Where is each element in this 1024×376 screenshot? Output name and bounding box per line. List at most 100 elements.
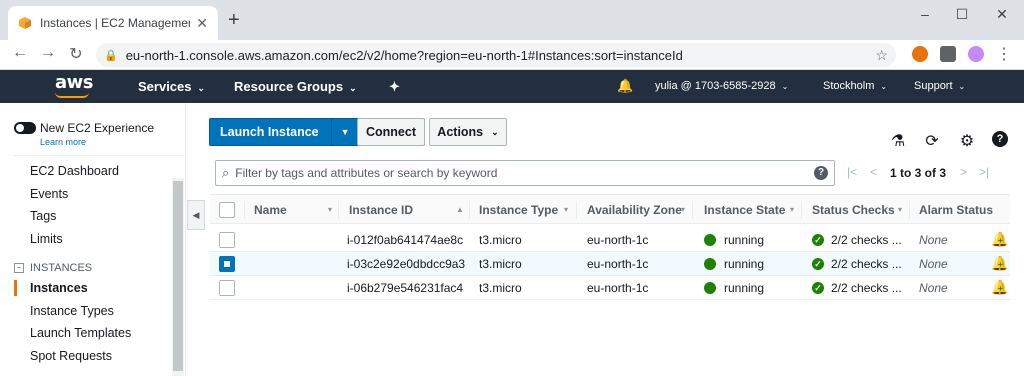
divider [14,155,184,156]
row-checkbox[interactable] [219,280,235,296]
column-header-availability-zone[interactable]: Availability Zone [587,203,682,217]
column-header-alarm-status[interactable]: Alarm Status [919,203,993,217]
sort-icon[interactable]: ▾ [790,205,794,214]
pagination-count: 1 to 3 of 3 [890,166,947,180]
table-header: Name ▾ Instance ID ▲ Instance Type ▾ Ava… [210,194,1010,224]
help-icon[interactable]: ? [992,131,1008,147]
sidebar-item-ec2-dashboard[interactable]: EC2 Dashboard [30,164,119,178]
cell-instance-type: t3.micro [479,233,522,247]
launch-dropdown-icon[interactable]: ▼ [330,119,359,145]
row-checkbox[interactable] [219,256,235,272]
sidebar-item-spot-requests[interactable]: Spot Requests [30,349,112,363]
browser-menu-icon[interactable]: ⋮ [994,44,1014,64]
resource-groups-menu[interactable]: Resource Groups ⌄ [234,79,357,94]
new-experience-toggle[interactable]: New EC2 Experience [14,121,154,135]
browser-tab[interactable]: Instances | EC2 Management Co ✕ [8,6,218,40]
bookmark-star-icon[interactable]: ☆ [875,47,888,64]
search-input[interactable]: ⌕ Filter by tags and attributes or searc… [215,160,835,186]
add-alarm-icon[interactable]: 🔔 + [991,279,1008,296]
sort-icon[interactable]: ▾ [564,205,568,214]
column-header-instance-type[interactable]: Instance Type [479,203,558,217]
flask-icon[interactable]: ⚗ [889,131,907,151]
sidebar-scrollbar[interactable] [172,178,184,376]
bell-icon[interactable]: 🔔 [617,78,633,94]
account-menu[interactable]: yulia @ 1703-6585-2928 ⌄ [655,80,788,92]
gear-icon[interactable]: ⚙ [958,131,976,151]
forward-icon[interactable]: → [38,44,58,62]
running-status-icon [704,258,716,270]
sidebar-item-limits[interactable]: Limits [30,232,63,246]
sort-icon[interactable]: ▾ [898,205,902,214]
sidebar-item-instances[interactable]: Instances [30,281,88,295]
close-tab-icon[interactable]: ✕ [196,15,208,32]
cell-status-checks[interactable]: 2/2 checks ... [831,281,902,295]
puzzle-icon[interactable] [940,46,956,62]
connect-button[interactable]: Connect [357,118,425,146]
add-alarm-icon[interactable]: 🔔 + [991,255,1008,272]
reload-icon[interactable]: ↻ [66,44,86,64]
pin-icon[interactable]: ✦ [389,79,400,95]
launch-instance-button[interactable]: Launch Instance ▼ [209,118,360,146]
filter-help-icon[interactable]: ? [814,166,828,180]
url-text[interactable]: eu-north-1.console.aws.amazon.com/ec2/v2… [126,48,683,63]
prev-page-icon[interactable]: < [870,165,877,179]
active-indicator [14,280,17,296]
sidebar-item-instance-types[interactable]: Instance Types [30,304,114,318]
row-checkbox[interactable] [219,232,235,248]
new-tab-icon[interactable]: + [228,10,240,30]
select-all-checkbox[interactable] [219,202,235,218]
back-icon[interactable]: ← [10,44,30,62]
cell-alarm-status: None [919,257,948,271]
check-passed-icon: ✓ [812,234,824,246]
sort-icon[interactable]: ▾ [328,205,332,214]
cell-instance-state: running [724,281,765,295]
sidebar-item-events[interactable]: Events [30,187,68,201]
cell-status-checks[interactable]: 2/2 checks ... [831,233,902,247]
chevron-down-icon: ⌄ [491,126,499,137]
refresh-icon[interactable]: ⟳ [923,131,941,151]
add-alarm-icon[interactable]: 🔔 + [991,231,1008,248]
collapse-sidebar-icon[interactable]: ◀ [187,200,205,230]
learn-more-link[interactable]: Learn more [40,137,86,147]
profile-avatar[interactable] [968,46,984,62]
sidebar-item-launch-templates[interactable]: Launch Templates [30,326,131,340]
collapse-section-icon[interactable]: − [14,263,24,273]
table-row[interactable]: i-03c2e92e0dbdcc9a3 t3.micro eu-north-1c… [210,252,1010,276]
aws-logo[interactable]: aws [55,72,94,98]
toggle-switch[interactable] [14,122,36,134]
url-bar[interactable]: 🔒 eu-north-1.console.aws.amazon.com/ec2/… [96,43,896,67]
sort-ascending-icon[interactable]: ▲ [456,205,464,214]
running-status-icon [704,234,716,246]
maximize-icon[interactable]: ☐ [952,6,972,23]
next-page-icon[interactable]: > [960,165,967,179]
column-header-status-checks[interactable]: Status Checks [812,203,895,217]
last-page-icon[interactable]: >| [979,165,989,179]
support-menu[interactable]: Support ⌄ [914,80,965,92]
check-passed-icon: ✓ [812,258,824,270]
sort-icon[interactable]: ▾ [681,205,685,214]
cell-instance-id: i-06b279e546231fac4 [347,281,464,295]
column-header-instance-state[interactable]: Instance State [704,203,785,217]
column-header-instance-id[interactable]: Instance ID [349,203,413,217]
close-window-icon[interactable]: ✕ [992,6,1012,23]
extension-icon[interactable] [912,46,928,62]
cell-status-checks[interactable]: 2/2 checks ... [831,257,902,271]
cell-alarm-status: None [919,233,948,247]
cell-alarm-status: None [919,281,948,295]
table-row[interactable]: i-06b279e546231fac4 t3.micro eu-north-1c… [210,276,1010,300]
tab-title: Instances | EC2 Management Co [40,16,190,30]
actions-button[interactable]: Actions ⌄ [429,118,507,146]
search-placeholder: Filter by tags and attributes or search … [235,166,498,180]
column-header-name[interactable]: Name [254,203,287,217]
first-page-icon[interactable]: |< [847,165,857,179]
sidebar-item-tags[interactable]: Tags [30,209,56,223]
region-menu[interactable]: Stockholm ⌄ [823,80,887,92]
minimize-icon[interactable]: – [915,6,935,22]
cell-instance-type: t3.micro [479,281,522,295]
services-menu[interactable]: Services ⌄ [138,79,205,94]
sidebar-section-instances[interactable]: − INSTANCES [14,262,92,274]
aws-cube-icon [19,17,31,29]
chevron-down-icon: ⌄ [781,82,789,91]
search-icon: ⌕ [222,165,230,180]
table-row[interactable]: i-012f0ab641474ae8c t3.micro eu-north-1c… [210,228,1010,252]
